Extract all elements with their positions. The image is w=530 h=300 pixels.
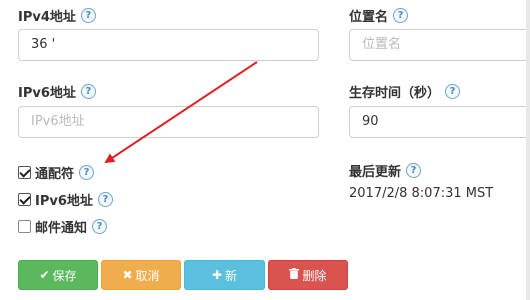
red-arrow-annotation	[104, 61, 258, 164]
scrollbar[interactable]	[526, 0, 530, 300]
